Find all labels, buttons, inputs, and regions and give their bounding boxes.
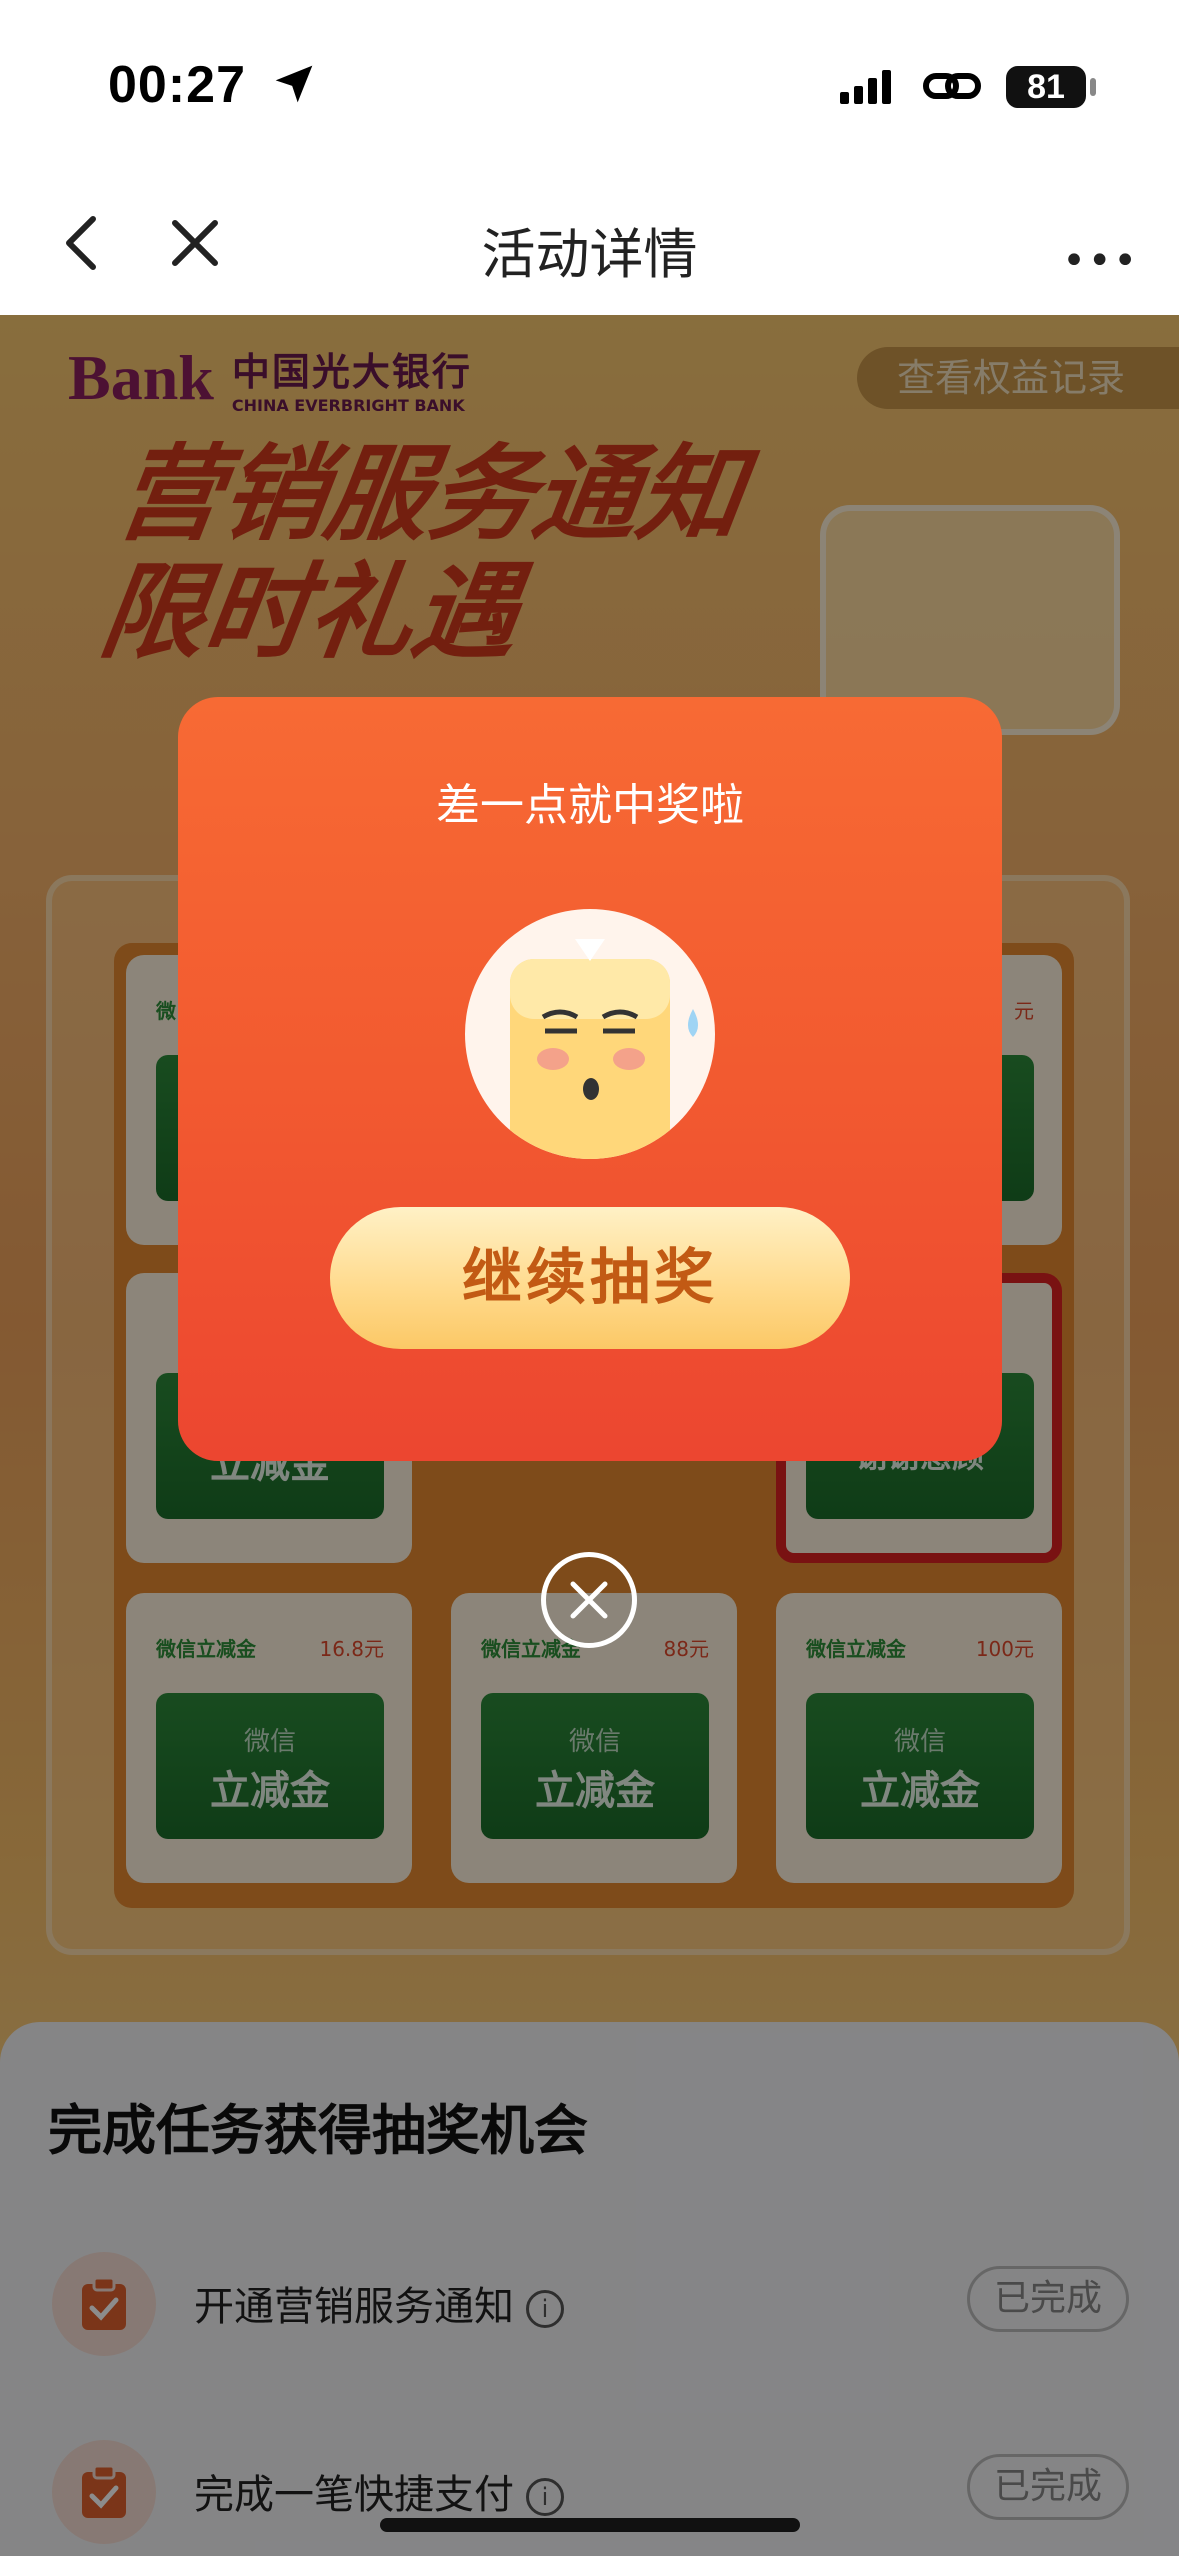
- battery-indicator: 81: [1006, 66, 1096, 108]
- more-menu-button[interactable]: •••: [1062, 238, 1139, 284]
- nav-bar: 活动详情 •••: [0, 170, 1179, 315]
- continue-draw-button[interactable]: 继续抽奖: [330, 1207, 850, 1349]
- cellular-signal-icon: [840, 70, 891, 104]
- status-bar: 00:27 81: [0, 0, 1179, 170]
- sad-mascot-icon: [465, 909, 715, 1159]
- close-icon: [570, 1581, 608, 1619]
- hotspot-link-icon: [923, 73, 981, 99]
- status-time: 00:27: [108, 56, 246, 114]
- result-modal: 差一点就中奖啦 继续抽奖: [178, 697, 1002, 1461]
- modal-title: 差一点就中奖啦: [436, 780, 744, 831]
- home-indicator[interactable]: [380, 2518, 800, 2532]
- location-arrow-icon: [275, 65, 313, 103]
- page-title: 活动详情: [481, 223, 698, 286]
- modal-close-button[interactable]: [541, 1552, 637, 1648]
